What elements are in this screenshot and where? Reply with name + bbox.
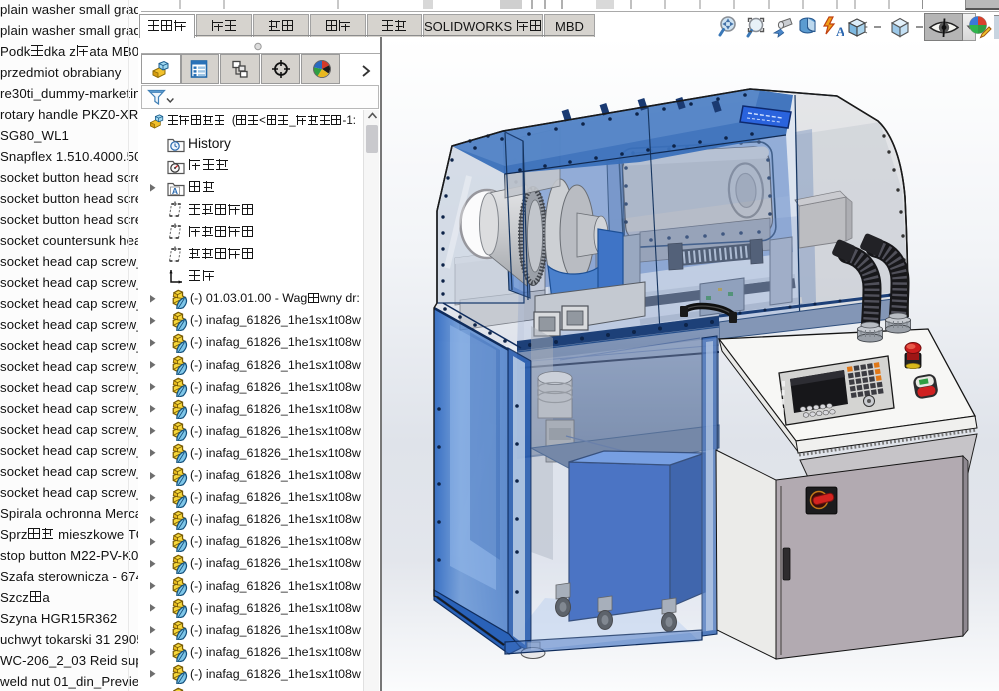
svg-text:A: A bbox=[836, 24, 844, 39]
svg-text:A: A bbox=[172, 186, 178, 196]
